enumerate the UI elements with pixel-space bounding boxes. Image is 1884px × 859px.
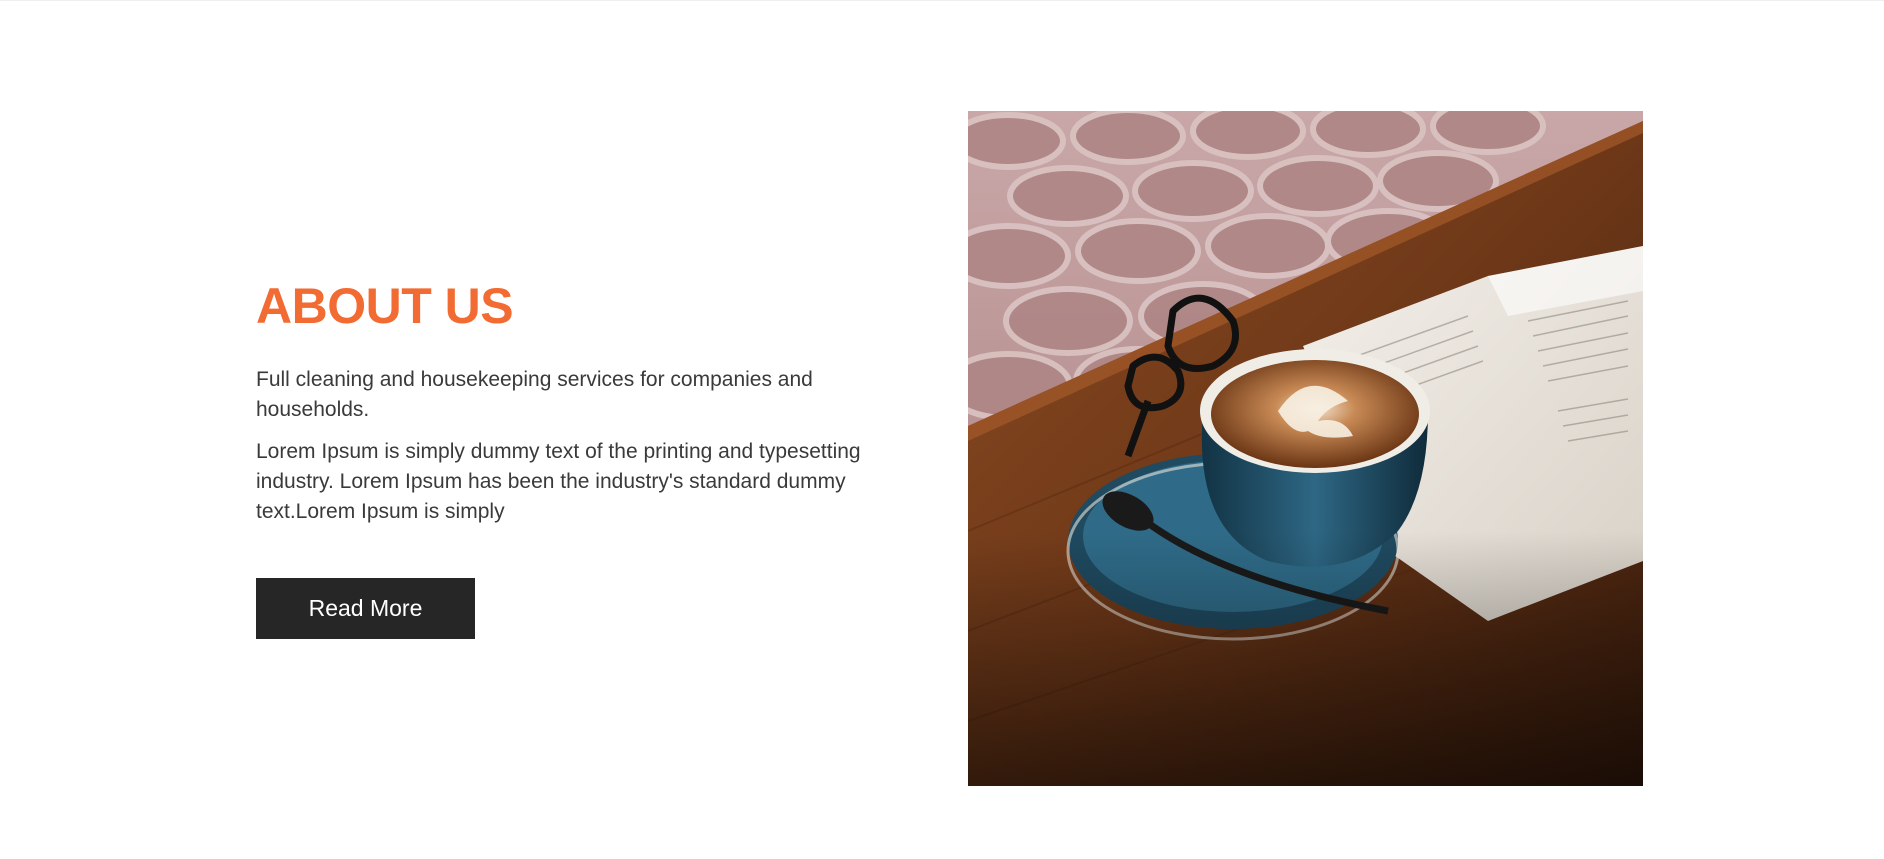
read-more-button[interactable]: Read More <box>256 578 475 639</box>
about-text-column: ABOUT US Full cleaning and housekeeping … <box>256 270 916 639</box>
coffee-book-illustration <box>968 111 1643 786</box>
about-lead-text: Full cleaning and housekeeping services … <box>256 368 813 421</box>
about-body-text: Lorem Ipsum is simply dummy text of the … <box>256 440 861 523</box>
about-title: ABOUT US <box>256 278 514 334</box>
top-divider <box>0 0 1884 1</box>
about-photo <box>968 111 1643 786</box>
about-section: ABOUT US Full cleaning and housekeeping … <box>0 0 1884 859</box>
